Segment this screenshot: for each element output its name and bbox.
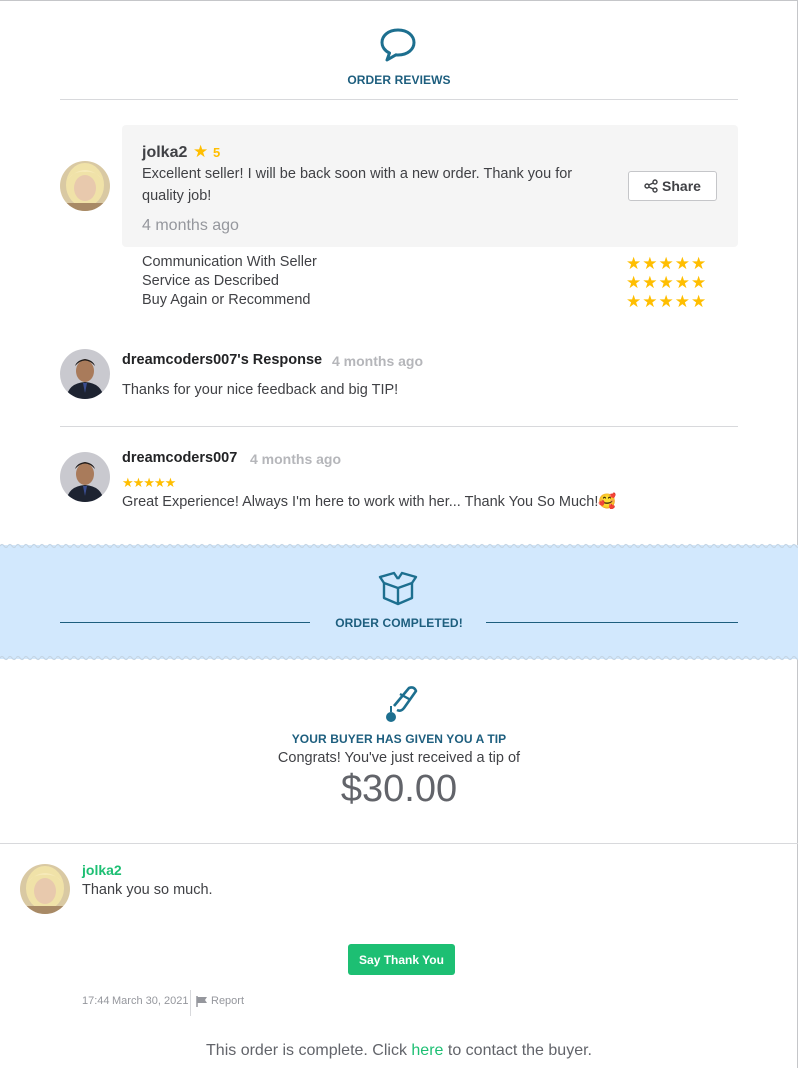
divider bbox=[60, 99, 738, 100]
tip-amount: $30.00 bbox=[340, 768, 458, 810]
seller-avatar[interactable] bbox=[60, 452, 110, 502]
seller-review-time: 4 months ago bbox=[250, 451, 342, 467]
buyer-avatar[interactable] bbox=[20, 864, 70, 914]
criteria-label: Service as Described bbox=[142, 273, 279, 289]
criteria-stars: ★★★★★ bbox=[626, 273, 708, 292]
reviewer-name[interactable]: jolka2 bbox=[142, 144, 187, 162]
share-icon bbox=[644, 179, 658, 193]
order-completed-title: ORDER COMPLETED! bbox=[335, 616, 463, 630]
seller-review-text: Great Experience! Always I'm here to wor… bbox=[122, 494, 617, 510]
footer-note: This order is complete. Click here to co… bbox=[0, 1042, 798, 1060]
review-time: 4 months ago bbox=[142, 217, 239, 234]
share-button[interactable]: Share bbox=[628, 171, 717, 201]
message-time: 17:44 bbox=[82, 995, 110, 1007]
wave-divider bbox=[0, 655, 798, 661]
open-box-icon bbox=[378, 571, 418, 606]
response-time: 4 months ago bbox=[332, 353, 424, 369]
flag-icon bbox=[196, 995, 207, 1007]
hand-coin-icon bbox=[386, 686, 418, 722]
message-sender[interactable]: jolka2 bbox=[82, 862, 122, 878]
say-thank-you-button[interactable]: Say Thank You bbox=[348, 944, 455, 975]
report-link[interactable]: Report bbox=[196, 995, 244, 1007]
tip-title: YOUR BUYER HAS GIVEN YOU A TIP bbox=[291, 732, 507, 746]
criteria-label: Communication With Seller bbox=[142, 254, 317, 270]
criteria-label: Buy Again or Recommend bbox=[142, 292, 311, 308]
tip-subtitle: Congrats! You've just received a tip of bbox=[277, 750, 521, 766]
seller-review-stars: ★★★★★ bbox=[122, 475, 176, 490]
response-text: Thanks for your nice feedback and big TI… bbox=[122, 382, 399, 398]
message-text: Thank you so much. bbox=[82, 882, 213, 898]
review-text: Excellent seller! I will be back soon wi… bbox=[142, 166, 573, 204]
share-label: Share bbox=[662, 178, 701, 194]
divider bbox=[60, 426, 738, 427]
divider bbox=[0, 843, 798, 844]
star-icon: ★ bbox=[193, 142, 209, 161]
seller-name[interactable]: dreamcoders007 bbox=[122, 450, 237, 466]
section-title-reviews: ORDER REVIEWS bbox=[347, 73, 451, 87]
response-title: dreamcoders007's Response bbox=[122, 352, 323, 368]
criteria-stars: ★★★★★ bbox=[626, 292, 708, 311]
footer-text: to contact the buyer. bbox=[443, 1042, 592, 1059]
footer-text: This order is complete. Click bbox=[206, 1042, 412, 1059]
message-date: March 30, 2021 bbox=[112, 995, 189, 1007]
chat-bubble-icon bbox=[380, 28, 416, 62]
contact-buyer-link[interactable]: here bbox=[411, 1042, 443, 1059]
criteria-stars: ★★★★★ bbox=[626, 254, 708, 273]
rating-value: 5 bbox=[213, 145, 221, 160]
buyer-avatar[interactable] bbox=[60, 161, 110, 211]
meta-divider bbox=[190, 990, 191, 1016]
review-card: jolka2 ★ 5 Excellent seller! I will be b… bbox=[122, 125, 738, 247]
report-label: Report bbox=[211, 995, 245, 1007]
wave-divider bbox=[0, 543, 798, 549]
seller-avatar[interactable] bbox=[60, 349, 110, 399]
